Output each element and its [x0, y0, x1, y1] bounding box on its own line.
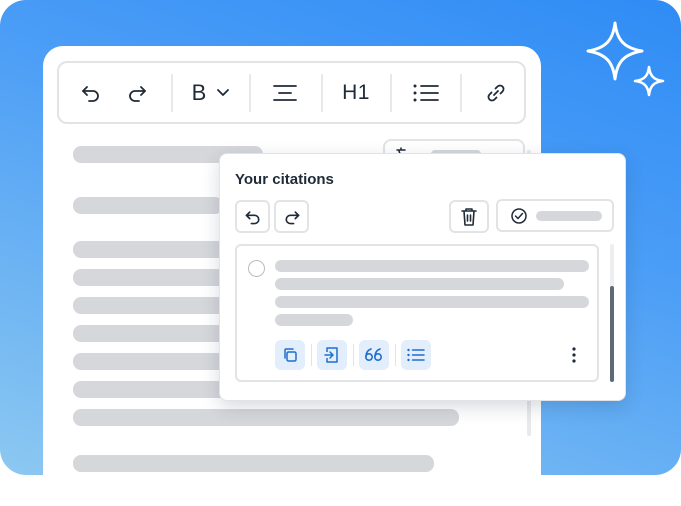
citation-select-radio[interactable]	[248, 260, 265, 277]
bullet-list-button[interactable]	[406, 63, 446, 122]
toolbar-divider	[460, 74, 462, 112]
list-button[interactable]	[401, 340, 431, 370]
text-line	[73, 325, 228, 342]
text-line	[73, 197, 223, 214]
link-button[interactable]	[477, 63, 515, 122]
bold-dropdown[interactable]: B	[183, 63, 239, 122]
action-divider	[311, 344, 312, 366]
citations-undo-button[interactable]	[235, 200, 270, 233]
align-button[interactable]	[265, 63, 305, 122]
link-icon	[487, 84, 505, 101]
heading-button[interactable]: H1	[335, 63, 377, 122]
citations-redo-button[interactable]	[274, 200, 309, 233]
panel-scrollbar-thumb[interactable]	[610, 286, 614, 382]
text-line	[73, 381, 228, 398]
quote-button[interactable]	[359, 340, 389, 370]
editor-toolbar: B H1	[57, 61, 526, 124]
toolbar-divider	[249, 74, 251, 112]
undo-icon	[245, 210, 260, 224]
undo-button[interactable]	[73, 63, 109, 122]
sparkle-small-icon	[633, 65, 665, 97]
chevron-down-icon	[217, 88, 230, 96]
quote-icon	[364, 348, 383, 362]
check-circle-icon	[511, 207, 527, 224]
more-options-button[interactable]	[567, 342, 581, 368]
citation-card	[235, 244, 599, 382]
text-line	[73, 455, 434, 472]
copy-button[interactable]	[275, 340, 305, 370]
bullet-list-icon	[413, 84, 439, 101]
more-vertical-icon	[572, 347, 576, 363]
citation-text-line	[275, 278, 564, 290]
heading-label: H1	[342, 80, 370, 104]
status-placeholder	[536, 210, 602, 221]
undo-icon	[82, 85, 99, 102]
align-center-icon	[273, 84, 297, 101]
redo-icon	[129, 85, 146, 102]
status-pill[interactable]	[496, 199, 614, 232]
insert-button[interactable]	[317, 340, 347, 370]
action-divider	[353, 344, 354, 366]
insert-icon	[324, 347, 338, 363]
text-line	[73, 297, 228, 314]
text-line	[73, 241, 228, 258]
bold-label: B	[191, 79, 207, 105]
delete-button[interactable]	[449, 200, 489, 233]
text-line	[73, 409, 459, 426]
text-line	[73, 353, 228, 370]
citation-text-line	[275, 296, 589, 308]
panel-title: Your citations	[235, 171, 334, 188]
citation-text-line	[275, 260, 589, 272]
toolbar-divider	[321, 74, 323, 112]
text-line	[73, 269, 228, 286]
redo-button[interactable]	[119, 63, 155, 122]
copy-icon	[284, 348, 297, 362]
citations-panel: Your citations	[219, 153, 626, 401]
bullet-list-icon	[407, 348, 425, 362]
redo-icon	[284, 210, 299, 224]
citation-text-line	[275, 314, 353, 326]
action-divider	[395, 344, 396, 366]
toolbar-divider	[171, 74, 173, 112]
trash-icon	[461, 207, 477, 226]
toolbar-divider	[390, 74, 392, 112]
